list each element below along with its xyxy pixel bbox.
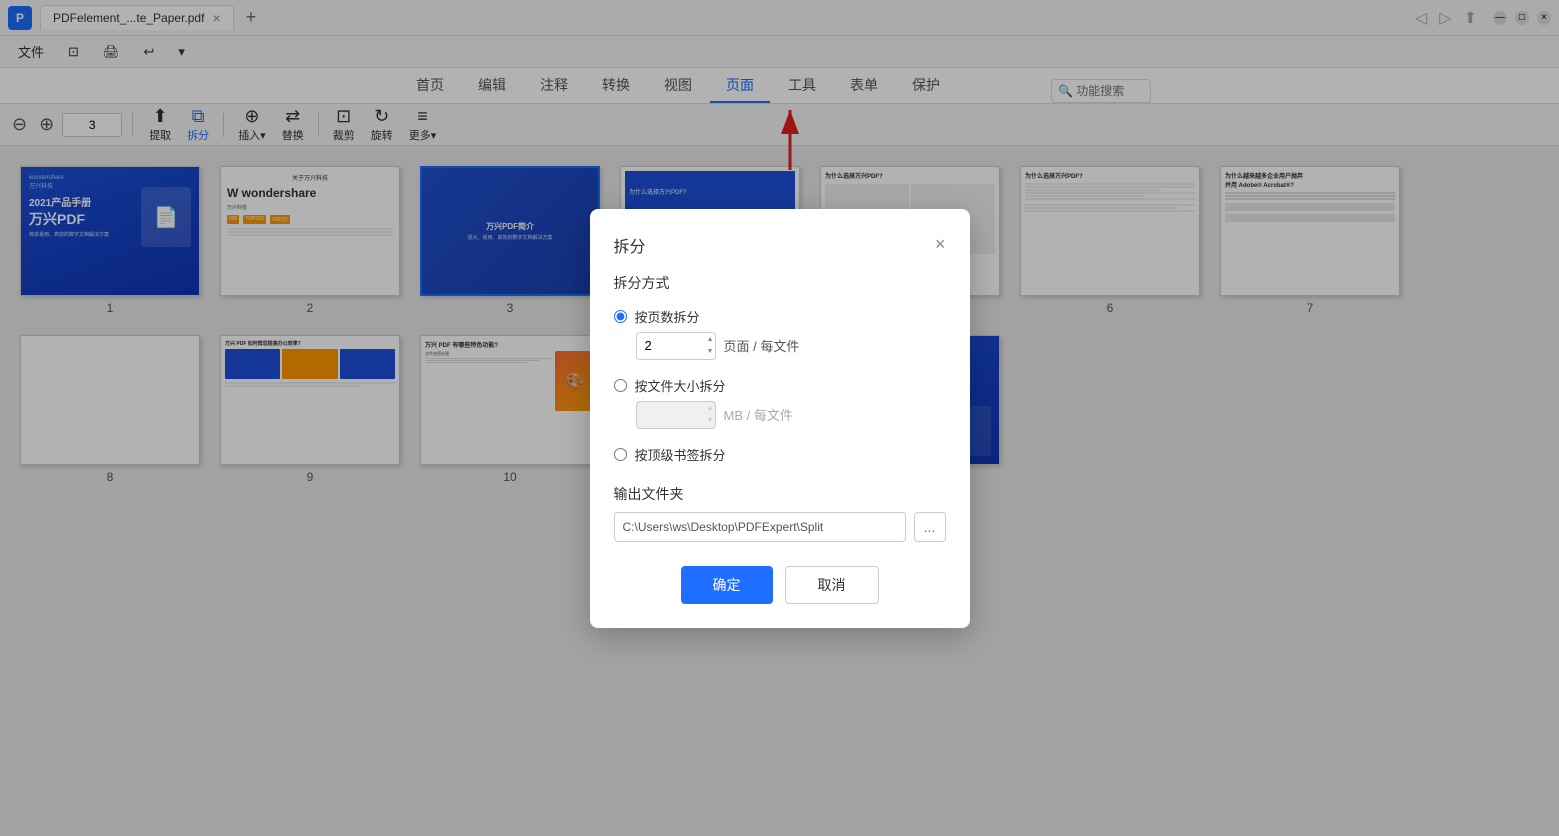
file-size-input[interactable]	[636, 401, 716, 429]
output-label: 输出文件夹	[614, 484, 946, 504]
page-unit-label: 页面 / 每文件	[724, 336, 800, 355]
split-option-by-size: 按文件大小拆分 ▲ ▼ MB / 每文件	[614, 376, 946, 429]
radio-by-bookmark[interactable]: 按顶级书签拆分	[614, 445, 946, 464]
radio-by-bookmark-input[interactable]	[614, 448, 627, 461]
split-option-by-page: 按页数拆分 2 ▲ ▼ 页面 / 每文件	[614, 307, 946, 360]
file-size-spinner: ▲ ▼	[636, 401, 716, 429]
spin-down-btn[interactable]: ▼	[707, 346, 714, 358]
size-unit-label: MB / 每文件	[724, 405, 793, 424]
spinner-arrows: ▲ ▼	[707, 332, 714, 360]
radio-by-bookmark-label: 按顶级书签拆分	[635, 445, 726, 464]
size-spin-up-btn[interactable]: ▲	[707, 403, 714, 415]
confirm-button[interactable]: 确定	[681, 566, 773, 604]
page-count-spinner: 2 ▲ ▼	[636, 332, 716, 360]
file-size-row: ▲ ▼ MB / 每文件	[636, 401, 946, 429]
split-dialog: 拆分 × 拆分方式 按页数拆分 2 ▲ ▼	[590, 209, 970, 628]
radio-by-size-input[interactable]	[614, 379, 627, 392]
browse-btn[interactable]: ...	[914, 512, 946, 542]
modal-overlay: 拆分 × 拆分方式 按页数拆分 2 ▲ ▼	[0, 0, 1559, 836]
page-count-row: 2 ▲ ▼ 页面 / 每文件	[636, 332, 946, 360]
modal-header: 拆分 ×	[614, 233, 946, 257]
modal-title: 拆分	[614, 233, 646, 257]
radio-by-size-label: 按文件大小拆分	[635, 376, 726, 395]
cancel-button[interactable]: 取消	[785, 566, 879, 604]
output-row: C:\Users\ws\Desktop\PDFExpert\Split ...	[614, 512, 946, 542]
radio-by-page-input[interactable]	[614, 310, 627, 323]
spin-up-btn[interactable]: ▲	[707, 334, 714, 346]
output-section: 输出文件夹 C:\Users\ws\Desktop\PDFExpert\Spli…	[614, 484, 946, 542]
page-count-input[interactable]: 2	[636, 332, 716, 360]
split-section-title: 拆分方式	[614, 273, 946, 293]
radio-by-page[interactable]: 按页数拆分	[614, 307, 946, 326]
size-spin-down-btn[interactable]: ▼	[707, 415, 714, 427]
radio-by-page-label: 按页数拆分	[635, 307, 700, 326]
size-spinner-arrows: ▲ ▼	[707, 401, 714, 429]
modal-footer: 确定 取消	[614, 566, 946, 604]
modal-close-btn[interactable]: ×	[935, 234, 946, 255]
split-options: 按页数拆分 2 ▲ ▼ 页面 / 每文件 按文	[614, 307, 946, 464]
radio-by-size[interactable]: 按文件大小拆分	[614, 376, 946, 395]
output-path-input[interactable]: C:\Users\ws\Desktop\PDFExpert\Split	[614, 512, 906, 542]
